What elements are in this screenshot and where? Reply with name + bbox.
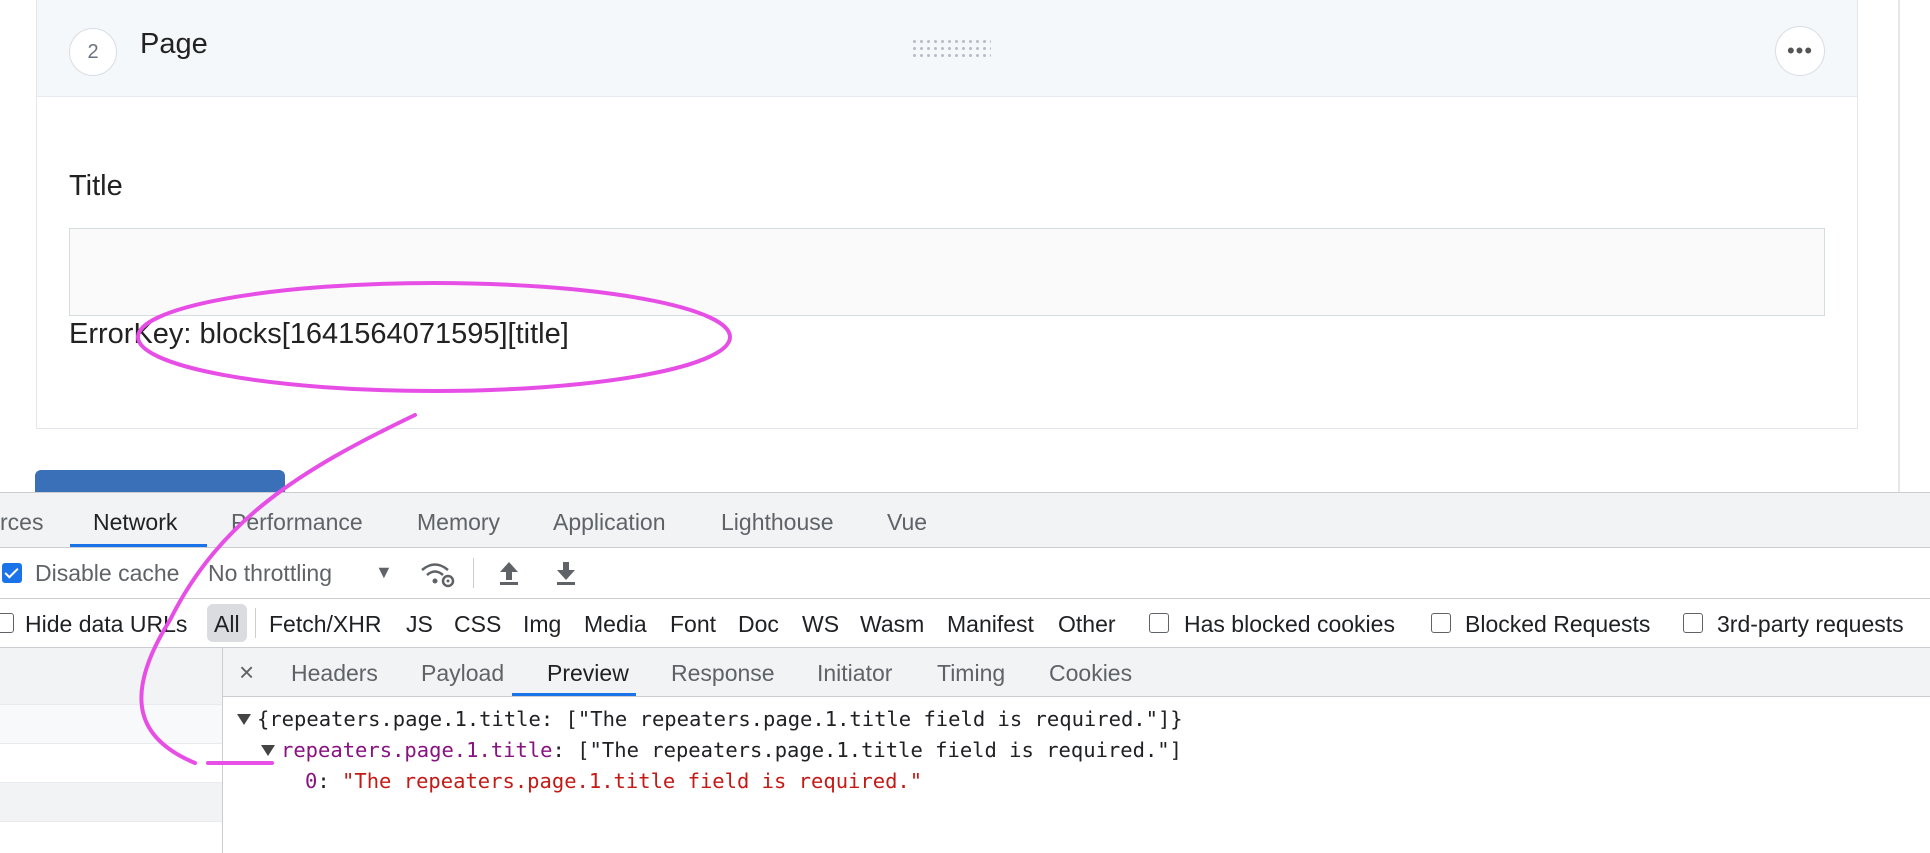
tab-application[interactable]: Application xyxy=(553,509,666,536)
active-detail-tab-indicator xyxy=(512,693,636,696)
devtools-panel: rces Network Performance Memory Applicat… xyxy=(0,492,1930,853)
preview-string-value: "The repeaters.page.1.title field is req… xyxy=(342,769,923,793)
tab-memory[interactable]: Memory xyxy=(417,509,500,536)
tab-performance[interactable]: Performance xyxy=(231,509,363,536)
more-options-button[interactable]: ••• xyxy=(1775,26,1825,76)
filter-other[interactable]: Other xyxy=(1058,611,1116,638)
hide-data-urls-checkbox[interactable] xyxy=(0,613,14,633)
tab-timing[interactable]: Timing xyxy=(937,660,1005,687)
devtools-main-tabs: rces Network Performance Memory Applicat… xyxy=(0,493,1930,548)
request-detail-tabs: × Headers Payload Preview Response Initi… xyxy=(223,648,1930,697)
disable-cache-label: Disable cache xyxy=(35,560,180,586)
error-key-text: ErrorKey: blocks[1641564071595][title] xyxy=(69,318,569,350)
request-row[interactable] xyxy=(0,744,222,783)
tab-network[interactable]: Network xyxy=(93,509,177,536)
tab-initiator[interactable]: Initiator xyxy=(817,660,892,687)
response-preview: {repeaters.page.1.title: ["The repeaters… xyxy=(223,697,1930,853)
network-conditions-icon[interactable] xyxy=(419,560,455,588)
has-blocked-cookies-label: Has blocked cookies xyxy=(1184,611,1395,637)
filter-media[interactable]: Media xyxy=(584,611,647,638)
preview-key-line: repeaters.page.1.title: ["The repeaters.… xyxy=(281,738,1182,762)
filter-ws[interactable]: WS xyxy=(802,611,839,638)
block-header: 2 Page ••• xyxy=(37,0,1857,97)
filter-separator xyxy=(255,608,256,638)
request-list-header xyxy=(0,648,222,705)
page-block: 2 Page ••• Title ErrorKey: blocks[164156… xyxy=(36,0,1858,429)
filter-manifest[interactable]: Manifest xyxy=(947,611,1034,638)
tab-vue[interactable]: Vue xyxy=(887,509,927,536)
title-field-label: Title xyxy=(69,170,123,202)
filter-img[interactable]: Img xyxy=(523,611,561,638)
filter-css[interactable]: CSS xyxy=(454,611,501,638)
tab-lighthouse[interactable]: Lighthouse xyxy=(721,509,834,536)
preview-root-line: {repeaters.page.1.title: ["The repeaters… xyxy=(257,707,1183,731)
filter-doc[interactable]: Doc xyxy=(738,611,779,638)
disable-cache-checkbox[interactable] xyxy=(2,563,22,583)
preview-colon: : xyxy=(317,769,343,793)
filter-fetch-xhr[interactable]: Fetch/XHR xyxy=(269,611,381,638)
request-row[interactable] xyxy=(0,705,222,744)
network-filter-bar: Hide data URLs All Fetch/XHR JS CSS Img … xyxy=(0,599,1930,648)
active-tab-indicator xyxy=(70,544,207,547)
export-har-icon[interactable] xyxy=(554,560,578,586)
page-scroll-edge xyxy=(1898,0,1900,492)
third-party-requests-label: 3rd-party requests xyxy=(1717,611,1904,637)
import-har-icon[interactable] xyxy=(497,560,521,586)
blocked-requests-checkbox[interactable] xyxy=(1431,613,1451,633)
web-page: 2 Page ••• Title ErrorKey: blocks[164156… xyxy=(0,0,1930,492)
request-row[interactable] xyxy=(0,783,222,822)
preview-item-line: 0: "The repeaters.page.1.title field is … xyxy=(305,769,922,793)
tab-response[interactable]: Response xyxy=(671,660,775,687)
close-icon[interactable]: × xyxy=(239,657,254,688)
save-button[interactable] xyxy=(35,470,285,492)
filter-font[interactable]: Font xyxy=(670,611,716,638)
has-blocked-cookies-checkbox[interactable] xyxy=(1149,613,1169,633)
tab-payload[interactable]: Payload xyxy=(421,660,504,687)
throttling-select[interactable]: No throttling xyxy=(208,560,332,587)
network-toolbar: Disable cache No throttling ▼ xyxy=(0,548,1930,599)
hide-data-urls-label: Hide data URLs xyxy=(25,611,188,637)
title-input[interactable] xyxy=(69,228,1825,316)
toolbar-separator xyxy=(473,558,474,588)
tab-preview[interactable]: Preview xyxy=(547,660,629,687)
block-title: Page xyxy=(140,28,208,60)
chevron-down-icon[interactable]: ▼ xyxy=(375,562,393,583)
preview-key: repeaters.page.1.title xyxy=(281,738,553,762)
filter-wasm[interactable]: Wasm xyxy=(860,611,924,638)
drag-handle-icon[interactable] xyxy=(911,38,991,58)
request-list-pane xyxy=(0,648,223,853)
filter-all[interactable]: All xyxy=(214,611,240,638)
preview-index: 0 xyxy=(305,769,318,793)
preview-key-value: : ["The repeaters.page.1.title field is … xyxy=(552,738,1182,762)
tab-cookies[interactable]: Cookies xyxy=(1049,660,1132,687)
expand-triangle-icon[interactable] xyxy=(261,745,275,756)
step-number-badge: 2 xyxy=(69,28,117,76)
tab-headers[interactable]: Headers xyxy=(291,660,378,687)
third-party-requests-checkbox[interactable] xyxy=(1683,613,1703,633)
tab-sources[interactable]: rces xyxy=(0,509,43,536)
blocked-requests-label: Blocked Requests xyxy=(1465,611,1651,637)
filter-js[interactable]: JS xyxy=(406,611,433,638)
expand-triangle-icon[interactable] xyxy=(237,714,251,725)
